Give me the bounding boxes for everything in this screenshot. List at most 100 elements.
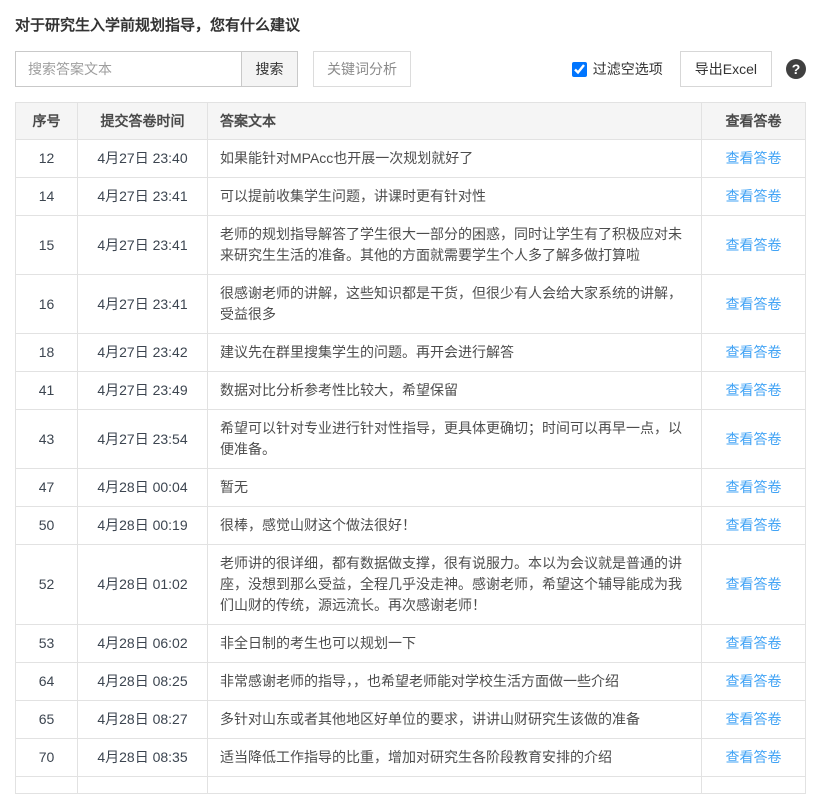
row-index: 15 bbox=[16, 216, 78, 275]
row-answer-text: 很感谢老师的讲解，这些知识都是干货，但很少有人会给大家系统的讲解，受益很多 bbox=[208, 275, 702, 334]
row-view-cell bbox=[702, 777, 806, 794]
row-submit-time: 4月28日 08:35 bbox=[78, 739, 208, 777]
view-answer-link[interactable]: 查看答卷 bbox=[726, 517, 782, 533]
row-submit-time: 4月28日 00:04 bbox=[78, 469, 208, 507]
row-submit-time: 4月27日 23:54 bbox=[78, 410, 208, 469]
header-index: 序号 bbox=[16, 103, 78, 140]
row-index: 16 bbox=[16, 275, 78, 334]
row-submit-time: 4月27日 23:40 bbox=[78, 140, 208, 178]
table-row-partial bbox=[16, 777, 806, 794]
row-index: 47 bbox=[16, 469, 78, 507]
row-submit-time: 4月27日 23:49 bbox=[78, 372, 208, 410]
view-answer-link[interactable]: 查看答卷 bbox=[726, 635, 782, 651]
row-answer-text: 非常感谢老师的指导，，也希望老师能对学校生活方面做一些介绍 bbox=[208, 663, 702, 701]
row-submit-time: 4月28日 08:25 bbox=[78, 663, 208, 701]
table-row: 47 4月28日 00:04 暂无 查看答卷 bbox=[16, 469, 806, 507]
row-submit-time: 4月27日 23:42 bbox=[78, 334, 208, 372]
row-answer-text: 暂无 bbox=[208, 469, 702, 507]
toolbar: 搜索 关键词分析 过滤空选项 导出Excel ? bbox=[15, 51, 806, 87]
export-excel-button[interactable]: 导出Excel bbox=[680, 51, 772, 87]
row-view-cell: 查看答卷 bbox=[702, 216, 806, 275]
row-view-cell: 查看答卷 bbox=[702, 410, 806, 469]
header-submit-time: 提交答卷时间 bbox=[78, 103, 208, 140]
table-row: 18 4月27日 23:42 建议先在群里搜集学生的问题。再开会进行解答 查看答… bbox=[16, 334, 806, 372]
help-icon[interactable]: ? bbox=[786, 59, 806, 79]
row-index: 65 bbox=[16, 701, 78, 739]
view-answer-link[interactable]: 查看答卷 bbox=[726, 673, 782, 689]
header-answer-text: 答案文本 bbox=[208, 103, 702, 140]
view-answer-link[interactable]: 查看答卷 bbox=[726, 344, 782, 360]
row-answer-text: 数据对比分析参考性比较大，希望保留 bbox=[208, 372, 702, 410]
row-index: 41 bbox=[16, 372, 78, 410]
row-answer-text: 老师讲的很详细，都有数据做支撑，很有说服力。本以为会议就是普通的讲座，没想到那么… bbox=[208, 545, 702, 625]
table-row: 43 4月27日 23:54 希望可以针对专业进行针对性指导，更具体更确切；时间… bbox=[16, 410, 806, 469]
answers-table: 序号 提交答卷时间 答案文本 查看答卷 12 4月27日 23:40 如果能针对… bbox=[15, 102, 806, 794]
view-answer-link[interactable]: 查看答卷 bbox=[726, 150, 782, 166]
row-answer-text: 老师的规划指导解答了学生很大一部分的困惑，同时让学生有了积极应对未来研究生生活的… bbox=[208, 216, 702, 275]
row-submit-time: 4月27日 23:41 bbox=[78, 216, 208, 275]
row-index: 43 bbox=[16, 410, 78, 469]
table-row: 16 4月27日 23:41 很感谢老师的讲解，这些知识都是干货，但很少有人会给… bbox=[16, 275, 806, 334]
row-answer-text: 如果能针对MPAcc也开展一次规划就好了 bbox=[208, 140, 702, 178]
row-submit-time: 4月28日 08:27 bbox=[78, 701, 208, 739]
row-view-cell: 查看答卷 bbox=[702, 469, 806, 507]
row-submit-time: 4月27日 23:41 bbox=[78, 178, 208, 216]
row-index: 53 bbox=[16, 625, 78, 663]
view-answer-link[interactable]: 查看答卷 bbox=[726, 382, 782, 398]
row-view-cell: 查看答卷 bbox=[702, 545, 806, 625]
row-view-cell: 查看答卷 bbox=[702, 663, 806, 701]
row-view-cell: 查看答卷 bbox=[702, 625, 806, 663]
row-index: 14 bbox=[16, 178, 78, 216]
row-index: 70 bbox=[16, 739, 78, 777]
header-view-answer: 查看答卷 bbox=[702, 103, 806, 140]
view-answer-link[interactable]: 查看答卷 bbox=[726, 576, 782, 592]
page-title: 对于研究生入学前规划指导，您有什么建议 bbox=[15, 14, 806, 35]
row-answer-text: 很棒，感觉山财这个做法很好！ bbox=[208, 507, 702, 545]
table-row: 65 4月28日 08:27 多针对山东或者其他地区好单位的要求，讲讲山财研究生… bbox=[16, 701, 806, 739]
view-answer-link[interactable]: 查看答卷 bbox=[726, 431, 782, 447]
row-view-cell: 查看答卷 bbox=[702, 739, 806, 777]
row-answer-text bbox=[208, 777, 702, 794]
toolbar-right: 过滤空选项 导出Excel ? bbox=[572, 51, 806, 87]
table-row: 64 4月28日 08:25 非常感谢老师的指导，，也希望老师能对学校生活方面做… bbox=[16, 663, 806, 701]
view-answer-link[interactable]: 查看答卷 bbox=[726, 479, 782, 495]
table-row: 12 4月27日 23:40 如果能针对MPAcc也开展一次规划就好了 查看答卷 bbox=[16, 140, 806, 178]
row-index: 50 bbox=[16, 507, 78, 545]
keyword-analysis-button[interactable]: 关键词分析 bbox=[313, 51, 411, 87]
row-answer-text: 适当降低工作指导的比重，增加对研究生各阶段教育安排的介绍 bbox=[208, 739, 702, 777]
row-view-cell: 查看答卷 bbox=[702, 140, 806, 178]
table-row: 70 4月28日 08:35 适当降低工作指导的比重，增加对研究生各阶段教育安排… bbox=[16, 739, 806, 777]
view-answer-link[interactable]: 查看答卷 bbox=[726, 711, 782, 727]
row-submit-time: 4月27日 23:41 bbox=[78, 275, 208, 334]
row-view-cell: 查看答卷 bbox=[702, 701, 806, 739]
row-answer-text: 可以提前收集学生问题，讲课时更有针对性 bbox=[208, 178, 702, 216]
row-view-cell: 查看答卷 bbox=[702, 372, 806, 410]
row-submit-time: 4月28日 06:02 bbox=[78, 625, 208, 663]
row-view-cell: 查看答卷 bbox=[702, 178, 806, 216]
row-submit-time bbox=[78, 777, 208, 794]
row-submit-time: 4月28日 00:19 bbox=[78, 507, 208, 545]
row-index: 64 bbox=[16, 663, 78, 701]
search-input[interactable] bbox=[15, 51, 241, 87]
search-group: 搜索 bbox=[15, 51, 298, 87]
row-index: 18 bbox=[16, 334, 78, 372]
row-answer-text: 多针对山东或者其他地区好单位的要求，讲讲山财研究生该做的准备 bbox=[208, 701, 702, 739]
row-view-cell: 查看答卷 bbox=[702, 275, 806, 334]
table-row: 50 4月28日 00:19 很棒，感觉山财这个做法很好！ 查看答卷 bbox=[16, 507, 806, 545]
search-button[interactable]: 搜索 bbox=[241, 51, 298, 87]
row-answer-text: 希望可以针对专业进行针对性指导，更具体更确切；时间可以再早一点，以便准备。 bbox=[208, 410, 702, 469]
row-index: 52 bbox=[16, 545, 78, 625]
view-answer-link[interactable]: 查看答卷 bbox=[726, 237, 782, 253]
view-answer-link[interactable]: 查看答卷 bbox=[726, 188, 782, 204]
view-answer-link[interactable]: 查看答卷 bbox=[726, 296, 782, 312]
row-answer-text: 建议先在群里搜集学生的问题。再开会进行解答 bbox=[208, 334, 702, 372]
row-index bbox=[16, 777, 78, 794]
row-view-cell: 查看答卷 bbox=[702, 334, 806, 372]
row-index: 12 bbox=[16, 140, 78, 178]
table-row: 15 4月27日 23:41 老师的规划指导解答了学生很大一部分的困惑，同时让学… bbox=[16, 216, 806, 275]
table-row: 41 4月27日 23:49 数据对比分析参考性比较大，希望保留 查看答卷 bbox=[16, 372, 806, 410]
view-answer-link[interactable]: 查看答卷 bbox=[726, 749, 782, 765]
row-submit-time: 4月28日 01:02 bbox=[78, 545, 208, 625]
filter-empty-checkbox[interactable] bbox=[572, 62, 587, 77]
table-row: 14 4月27日 23:41 可以提前收集学生问题，讲课时更有针对性 查看答卷 bbox=[16, 178, 806, 216]
